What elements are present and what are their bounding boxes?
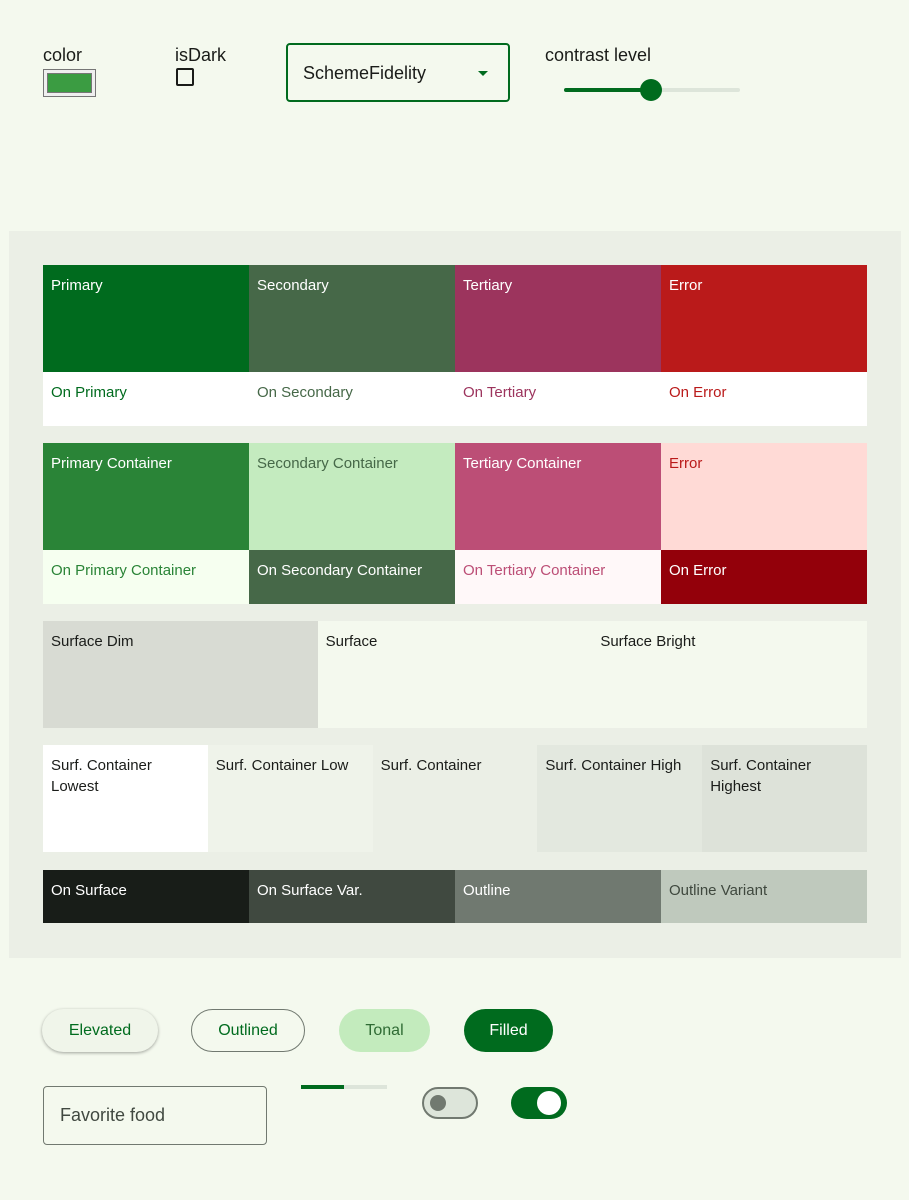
swatch-outline: Outline <box>455 870 661 923</box>
is-dark-label: isDark <box>175 45 227 65</box>
contrast-slider-inactive-track[interactable] <box>651 88 740 92</box>
swatch-primary: Primary <box>43 265 249 372</box>
scheme-select-value: SchemeFidelity <box>303 63 427 83</box>
swatch-on-error: On Error <box>661 550 867 604</box>
swatch-tertiary: Tertiary <box>455 265 661 372</box>
elevated-button[interactable]: Elevated <box>42 1009 158 1052</box>
switch-off[interactable] <box>422 1087 478 1119</box>
swatch-on-tertiary-container: On Tertiary Container <box>455 550 661 604</box>
swatch-surf-container-high: Surf. Container High <box>537 745 703 852</box>
color-picker[interactable] <box>43 69 96 97</box>
contrast-slider-active-track[interactable] <box>564 88 651 92</box>
progress-indicator <box>301 1085 344 1089</box>
swatch-on-surface-var: On Surface Var. <box>249 870 455 923</box>
swatch-on-secondary: On Secondary <box>249 372 455 426</box>
filled-button[interactable]: Filled <box>464 1009 553 1052</box>
swatch-surf-container: Surf. Container <box>372 745 538 852</box>
swatch-secondary-container: Secondary Container <box>249 443 455 550</box>
contrast-level-label: contrast level <box>545 45 652 65</box>
swatch-on-tertiary: On Tertiary <box>455 372 661 426</box>
swatch-tertiary-container: Tertiary Container <box>455 443 661 550</box>
swatch-outline-variant: Outline Variant <box>661 870 867 923</box>
scheme-select[interactable]: SchemeFidelity <box>286 43 510 102</box>
switch-on[interactable] <box>511 1087 567 1119</box>
dropdown-arrow-icon <box>478 71 488 76</box>
is-dark-checkbox[interactable] <box>176 68 194 86</box>
switch-off-knob <box>430 1095 446 1111</box>
swatch-surf-container-low: Surf. Container Low <box>207 745 373 852</box>
swatch-surf-container-highest: Surf. Container Highest <box>702 745 868 852</box>
favorite-food-field[interactable]: Favorite food <box>43 1086 267 1145</box>
switch-on-knob <box>537 1091 561 1115</box>
contrast-slider-thumb[interactable] <box>640 79 662 101</box>
tonal-button[interactable]: Tonal <box>339 1009 430 1052</box>
swatch-on-error: On Error <box>661 372 867 426</box>
swatch-surface-bright: Surface Bright <box>592 621 868 728</box>
outlined-button[interactable]: Outlined <box>191 1009 305 1052</box>
swatch-error: Error <box>661 443 867 550</box>
swatch-on-primary: On Primary <box>43 372 249 426</box>
swatch-primary-container: Primary Container <box>43 443 249 550</box>
color-label: color <box>43 45 83 65</box>
swatch-on-surface: On Surface <box>43 870 249 923</box>
swatch-error: Error <box>661 265 867 372</box>
swatch-secondary: Secondary <box>249 265 455 372</box>
swatch-on-primary-container: On Primary Container <box>43 550 249 604</box>
swatch-surf-container-lowest: Surf. Container Lowest <box>43 745 208 852</box>
swatch-surface-dim: Surface Dim <box>43 621 318 728</box>
swatch-surface: Surface <box>317 621 593 728</box>
favorite-food-placeholder: Favorite food <box>60 1105 166 1125</box>
color-picker-swatch <box>47 73 92 93</box>
swatch-on-secondary-container: On Secondary Container <box>249 550 455 604</box>
